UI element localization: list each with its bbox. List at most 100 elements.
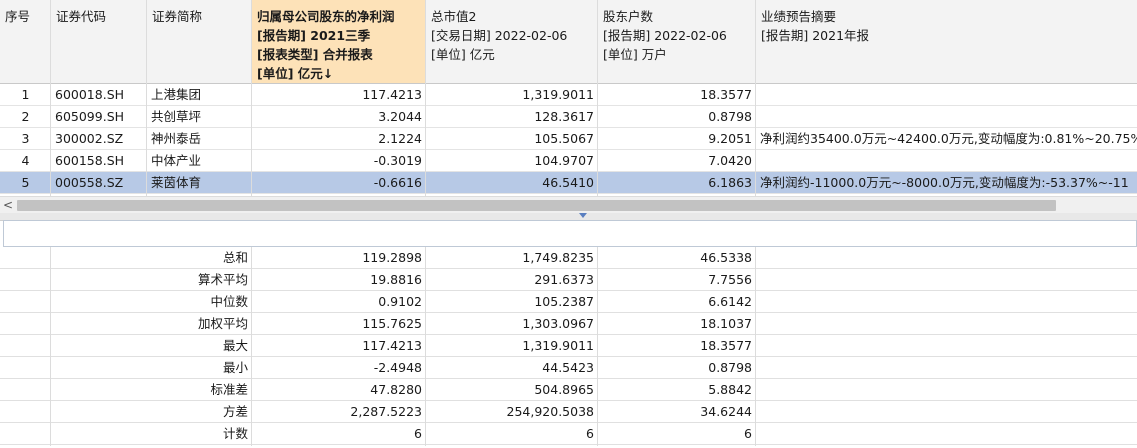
- summary-net-profit: 19.8816: [370, 272, 422, 287]
- cell-net-profit: 3.2044: [378, 109, 422, 124]
- summary-market-cap: 254,920.5038: [506, 404, 594, 419]
- summary-market-cap: 1,319.9011: [522, 338, 594, 353]
- collapse-triangle-icon[interactable]: [579, 213, 587, 218]
- cell-shareholders: 6.1863: [708, 175, 752, 190]
- summary-market-cap: 105.2387: [534, 294, 594, 309]
- summary-net-profit: 47.8280: [370, 382, 422, 397]
- summary-label: 中位数: [210, 294, 248, 309]
- col-header-seq[interactable]: 序号: [0, 0, 50, 83]
- summary-shareholders: 18.3577: [700, 338, 752, 353]
- header-line: 归属母公司股东的净利润: [257, 9, 395, 24]
- table-row-selected[interactable]: 5 000558.SZ 莱茵体育 -0.6616 46.5410 6.1863 …: [0, 172, 1137, 194]
- summary-row: 最小 -2.4948 44.5423 0.8798: [0, 357, 1137, 379]
- header-line: [单位] 亿元↓: [257, 66, 334, 81]
- grid-line: [251, 247, 252, 446]
- cell-forecast: [756, 84, 1137, 105]
- cell-net-profit: -0.6616: [373, 175, 422, 190]
- cell-net-profit: 2.1224: [378, 131, 422, 146]
- cell-forecast: 净利润约35400.0万元~42400.0万元,变动幅度为:0.81%~20.7…: [760, 131, 1137, 146]
- summary-row: 标准差 47.8280 504.8965 5.8842: [0, 379, 1137, 401]
- col-header-market-cap[interactable]: 总市值2 [交易日期] 2022-02-06 [单位] 亿元: [426, 0, 597, 83]
- cell-shareholders: 0.8798: [708, 109, 752, 124]
- summary-shareholders: 7.7556: [708, 272, 752, 287]
- summary-row: 算术平均 19.8816 291.6373 7.7556: [0, 269, 1137, 291]
- summary-row: 计数 6 6 6: [0, 423, 1137, 445]
- summary-row: 最大 117.4213 1,319.9011 18.3577: [0, 335, 1137, 357]
- summary-shareholders: 6.6142: [708, 294, 752, 309]
- cell-market-cap: 128.3617: [534, 109, 594, 124]
- cell-forecast: [756, 150, 1137, 171]
- summary-net-profit: 117.4213: [362, 338, 422, 353]
- header-line: [报告期] 2021年报: [761, 28, 870, 43]
- header-line: [单位] 万户: [603, 47, 667, 62]
- scrollbar-thumb[interactable]: [17, 200, 1056, 211]
- col-header-net-profit[interactable]: 归属母公司股东的净利润 [报告期] 2021三季 [报表类型] 合并报表 [单位…: [252, 0, 425, 83]
- summary-shareholders: 46.5338: [700, 250, 752, 265]
- table-header: 序号 证券代码 证券简称 归属母公司股东的净利润 [报告期] 2021三季 [报…: [0, 0, 1137, 84]
- summary-label: 最大: [222, 338, 248, 353]
- cell-seq: 2: [21, 109, 30, 124]
- summary-net-profit: 2,287.5223: [350, 404, 422, 419]
- cell-market-cap: 46.5410: [542, 175, 594, 190]
- cell-forecast: 净利润约-11000.0万元~-8000.0万元,变动幅度为:-53.37%~-…: [760, 175, 1129, 190]
- cell-net-profit: -0.3019: [373, 153, 422, 168]
- summary-shareholders: 6: [744, 426, 752, 441]
- summary-shareholders: 18.1037: [700, 316, 752, 331]
- summary-market-cap: 6: [586, 426, 594, 441]
- header-line: [报告期] 2021三季: [257, 28, 371, 43]
- summary-row: 方差 2,287.5223 254,920.5038 34.6244: [0, 401, 1137, 423]
- scroll-left-arrow-icon[interactable]: <: [3, 197, 13, 214]
- summary-row: 总和 119.2898 1,749.8235 46.5338: [0, 247, 1137, 269]
- col-header-shareholders[interactable]: 股东户数 [报告期] 2022-02-06 [单位] 万户: [598, 0, 755, 83]
- cell-name: 神州泰岳: [151, 131, 202, 146]
- summary-shareholders: 0.8798: [708, 360, 752, 375]
- cell-name: 共创草坪: [151, 109, 202, 124]
- grid-line: [597, 0, 598, 196]
- summary-label: 加权平均: [197, 316, 248, 331]
- grid-line: [425, 247, 426, 446]
- summary-net-profit: 115.7625: [362, 316, 422, 331]
- summary-label: 算术平均: [197, 272, 248, 287]
- cell-code: 605099.SH: [55, 109, 125, 124]
- summary-market-cap: 1,749.8235: [522, 250, 594, 265]
- cell-forecast: [756, 106, 1137, 127]
- grid-line: [251, 0, 252, 196]
- table-row[interactable]: 2 605099.SH 共创草坪 3.2044 128.3617 0.8798: [0, 106, 1137, 128]
- col-header-code[interactable]: 证券代码: [51, 0, 146, 83]
- cell-seq: 5: [21, 175, 30, 190]
- table-row[interactable]: 4 600158.SH 中体产业 -0.3019 104.9707 7.0420: [0, 150, 1137, 172]
- cell-code: 000558.SZ: [55, 175, 124, 190]
- summary-label: 总和: [222, 250, 248, 265]
- grid-line: [755, 247, 756, 446]
- grid-line: [425, 0, 426, 196]
- summary-row: 中位数 0.9102 105.2387 6.6142: [0, 291, 1137, 313]
- cell-name: 莱茵体育: [151, 175, 202, 190]
- cell-seq: 3: [21, 131, 30, 146]
- col-header-forecast[interactable]: 业绩预告摘要 [报告期] 2021年报: [756, 0, 1137, 83]
- grid-line: [597, 247, 598, 446]
- summary-row: 加权平均 115.7625 1,303.0967 18.1037: [0, 313, 1137, 335]
- cell-market-cap: 105.5067: [534, 131, 594, 146]
- cell-shareholders: 9.2051: [708, 131, 752, 146]
- summary-market-cap: 291.6373: [534, 272, 594, 287]
- header-line: 股东户数: [603, 9, 654, 24]
- cell-market-cap: 1,319.9011: [522, 87, 594, 102]
- cell-code: 300002.SZ: [55, 131, 124, 146]
- cell-shareholders: 7.0420: [708, 153, 752, 168]
- header-line: [报表类型] 合并报表: [257, 47, 373, 62]
- summary-shareholders: 5.8842: [708, 382, 752, 397]
- col-header-name[interactable]: 证券简称: [147, 0, 251, 83]
- header-line: [交易日期] 2022-02-06: [431, 28, 568, 43]
- grid-line: [755, 0, 756, 196]
- summary-filter-band: [3, 220, 1137, 247]
- cell-market-cap: 104.9707: [534, 153, 594, 168]
- cell-net-profit: 117.4213: [362, 87, 422, 102]
- table-row[interactable]: 3 300002.SZ 神州泰岳 2.1224 105.5067 9.2051 …: [0, 128, 1137, 150]
- header-line: 业绩预告摘要: [761, 9, 837, 24]
- horizontal-scrollbar[interactable]: <: [0, 196, 1137, 214]
- cell-seq: 1: [21, 87, 30, 102]
- summary-label: 最小: [222, 360, 248, 375]
- summary-label: 方差: [222, 404, 248, 419]
- summary-label: 计数: [222, 426, 248, 441]
- table-row[interactable]: 1 600018.SH 上港集团 117.4213 1,319.9011 18.…: [0, 84, 1137, 106]
